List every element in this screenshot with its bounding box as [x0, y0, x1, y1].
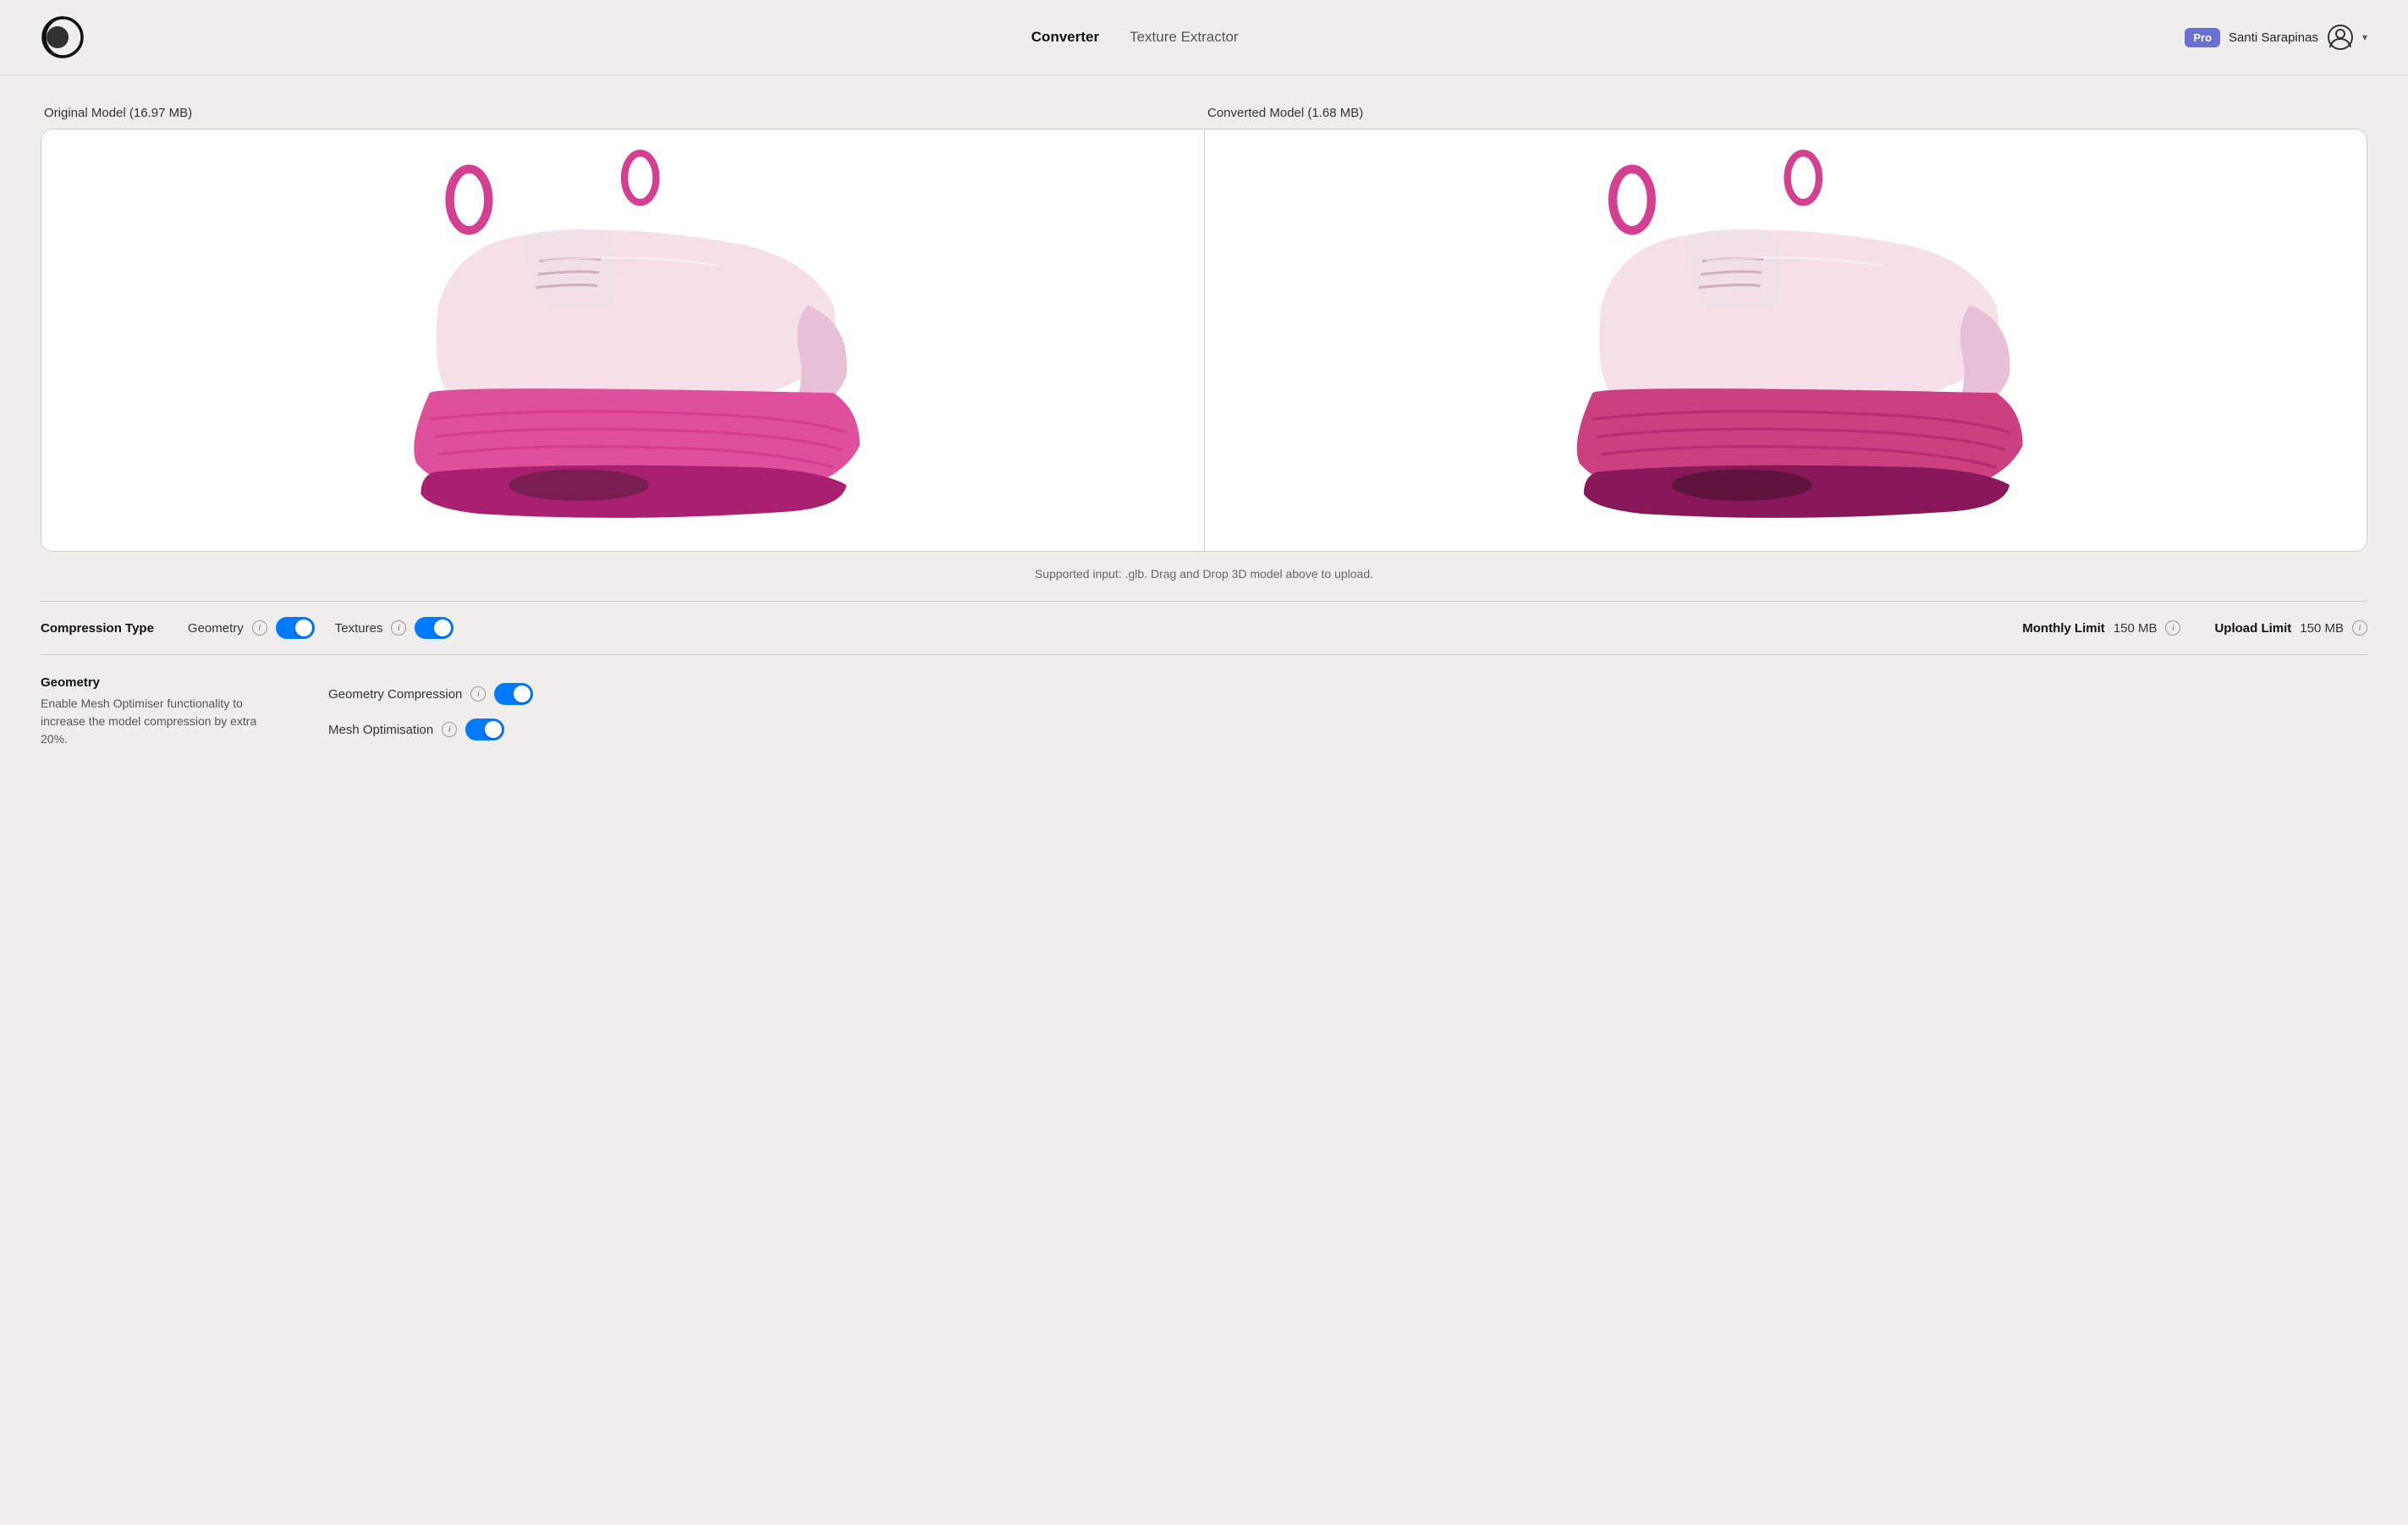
monthly-limit-group: Monthly Limit 150 MB i [2022, 620, 2180, 636]
converted-model-label: Converted Model (1.68 MB) [1204, 106, 2367, 120]
textures-toggle-group: Textures i [335, 617, 454, 639]
upload-limit-value: 150 MB [2300, 621, 2344, 636]
geometry-info-icon[interactable]: i [252, 620, 267, 636]
converted-model-panel: Converted Model (1.68 MB) [1204, 106, 2367, 552]
geometry-compression-toggle[interactable] [494, 683, 533, 705]
compression-type-group: Compression Type [41, 621, 168, 636]
compression-type-label: Compression Type [41, 621, 154, 636]
original-shoe-display [41, 129, 1204, 551]
monthly-limit-label: Monthly Limit [2022, 621, 2105, 636]
textures-info-icon[interactable]: i [391, 620, 406, 636]
upload-limit-info-icon[interactable]: i [2352, 620, 2367, 636]
textures-toggle[interactable] [415, 617, 454, 639]
geometry-description: Geometry Enable Mesh Optimiser functiona… [41, 675, 278, 748]
geometry-controls: Geometry Compression i Mesh Optimisation… [328, 675, 533, 748]
controls-bar: Compression Type Geometry i Textures i M… [41, 601, 2367, 655]
mesh-optimisation-row: Mesh Optimisation i [328, 718, 533, 740]
nav-item-converter[interactable]: Converter [1031, 29, 1099, 46]
upload-limit-group: Upload Limit 150 MB i [2214, 620, 2367, 636]
original-model-label: Original Model (16.97 MB) [41, 106, 1204, 120]
support-text: Supported input: .glb. Drag and Drop 3D … [41, 562, 2367, 581]
geometry-compression-label: Geometry Compression [328, 687, 462, 702]
model-panels: Original Model (16.97 MB) [41, 106, 2367, 552]
main-content: Original Model (16.97 MB) [0, 75, 2408, 768]
chevron-down-icon: ▾ [2362, 31, 2367, 43]
user-menu[interactable]: Pro Santi Sarapinas ▾ [2185, 24, 2367, 51]
mesh-optimisation-toggle[interactable] [465, 718, 504, 740]
limits-group: Monthly Limit 150 MB i Upload Limit 150 … [2022, 620, 2367, 636]
original-model-viewer[interactable] [41, 129, 1204, 552]
user-avatar-icon [2327, 24, 2354, 51]
converted-model-viewer[interactable] [1204, 129, 2367, 552]
geometry-section: Geometry Enable Mesh Optimiser functiona… [41, 655, 2367, 768]
pro-badge: Pro [2185, 28, 2220, 47]
geometry-toggle-label: Geometry [188, 621, 244, 636]
geometry-section-text: Enable Mesh Optimiser functionality to i… [41, 695, 278, 748]
monthly-limit-value: 150 MB [2114, 621, 2158, 636]
user-name: Santi Sarapinas [2229, 30, 2318, 45]
geometry-compression-info-icon[interactable]: i [470, 686, 486, 702]
app-logo[interactable] [41, 15, 85, 59]
monthly-limit-info-icon[interactable]: i [2165, 620, 2180, 636]
mesh-optimisation-label: Mesh Optimisation [328, 723, 433, 737]
geometry-toggle[interactable] [276, 617, 315, 639]
upload-limit-label: Upload Limit [2214, 621, 2291, 636]
header: Converter Texture Extractor Pro Santi Sa… [0, 0, 2408, 75]
textures-toggle-label: Textures [335, 621, 383, 636]
geometry-toggle-group: Geometry i [188, 617, 315, 639]
original-model-panel: Original Model (16.97 MB) [41, 106, 1204, 552]
converted-shoe-display [1205, 129, 2367, 551]
nav-item-texture-extractor[interactable]: Texture Extractor [1130, 29, 1239, 46]
geometry-section-title: Geometry [41, 675, 278, 690]
geometry-compression-row: Geometry Compression i [328, 683, 533, 705]
main-nav: Converter Texture Extractor [1031, 29, 1239, 46]
mesh-optimisation-info-icon[interactable]: i [442, 722, 457, 737]
